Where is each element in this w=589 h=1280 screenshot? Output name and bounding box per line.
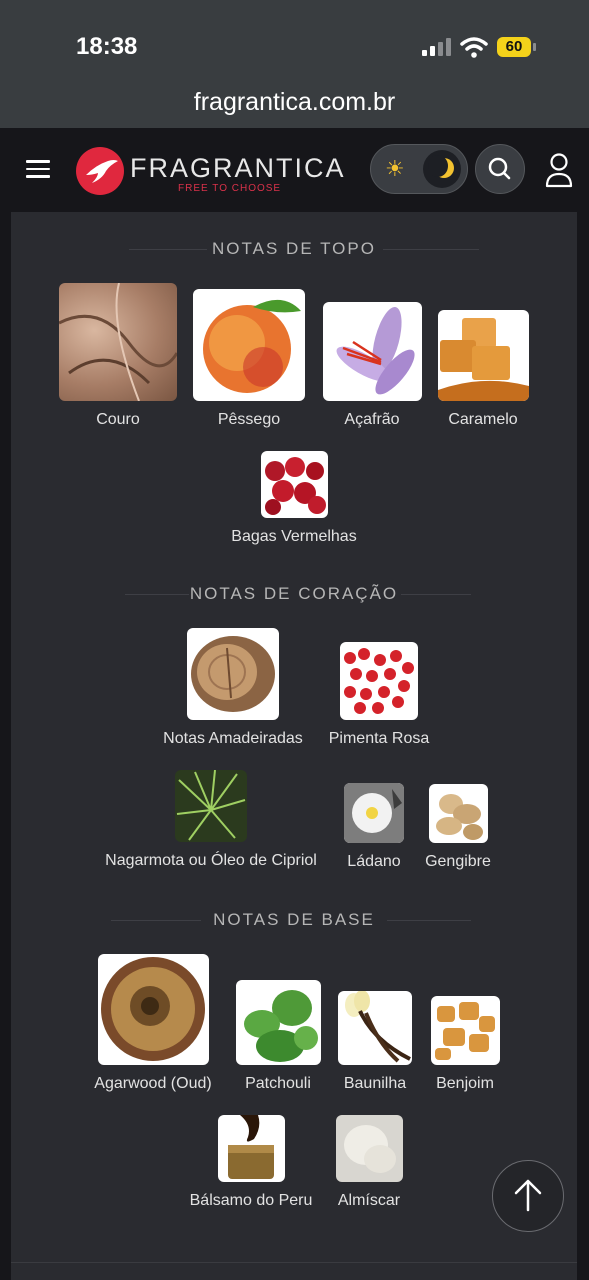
brand-tagline: FREE TO CHOOSE — [178, 183, 282, 194]
battery-level: 60 — [505, 38, 523, 55]
section-title-top: NOTAS DE TOPO — [11, 239, 577, 259]
battery-icon: 60 — [497, 37, 537, 57]
note-baunilha[interactable]: Baunilha — [335, 991, 415, 1093]
note-pimenta-rosa[interactable]: Pimenta Rosa — [323, 642, 435, 748]
note-label: Açafrão — [344, 411, 400, 428]
sun-icon: ☀ — [385, 156, 405, 181]
section-title-base: NOTAS DE BASE — [11, 910, 577, 930]
note-acafrao[interactable]: Açafrão — [321, 302, 423, 429]
note-ladano[interactable]: Ládano — [336, 783, 412, 871]
section-title-heart-text: NOTAS DE CORAÇÃO — [189, 584, 399, 603]
note-patchouli[interactable]: Patchouli — [233, 980, 323, 1093]
note-image — [97, 954, 209, 1065]
note-caramelo[interactable]: Caramelo — [437, 310, 529, 429]
search-icon — [488, 157, 511, 180]
note-image — [59, 283, 177, 401]
note-nagarmota[interactable]: Nagarmota ou Óleo de Cipriol — [91, 770, 331, 870]
signal-icon — [422, 38, 451, 56]
note-label: Bálsamo do Peru — [189, 1192, 313, 1209]
note-image — [322, 302, 422, 401]
note-almiscar[interactable]: Almíscar — [329, 1115, 409, 1210]
note-label: Baunilha — [343, 1075, 407, 1092]
note-gengibre[interactable]: Gengibre — [419, 784, 497, 871]
note-image — [260, 451, 328, 518]
note-label: Benjoim — [436, 1075, 494, 1092]
note-label: Couro — [96, 411, 140, 428]
note-image — [235, 980, 321, 1065]
note-bagas-vermelhas[interactable]: Bagas Vermelhas — [226, 451, 362, 546]
note-label: Notas Amadeiradas — [163, 730, 303, 747]
note-image — [335, 1115, 403, 1182]
note-label: Bagas Vermelhas — [231, 528, 357, 545]
theme-toggle[interactable]: ☀ — [370, 144, 468, 194]
section-title-heart: NOTAS DE CORAÇÃO — [11, 584, 577, 604]
notes-panel: NOTAS DE TOPO Couro Pêssego Açafrão Cara… — [11, 212, 577, 1280]
note-label: Pêssego — [217, 411, 281, 428]
wifi-icon — [460, 37, 488, 58]
note-label: Nagarmota ou Óleo de Cipriol — [105, 852, 317, 869]
note-label: Almíscar — [337, 1192, 401, 1209]
moon-icon — [428, 155, 454, 178]
note-label: Gengibre — [425, 853, 491, 870]
note-label: Patchouli — [245, 1075, 311, 1092]
search-button[interactable] — [475, 144, 525, 194]
note-image — [338, 991, 412, 1065]
status-bar: 18:38 60 — [0, 0, 589, 82]
note-image — [187, 628, 279, 720]
section-title-top-text: NOTAS DE TOPO — [212, 239, 376, 258]
note-label: Caramelo — [448, 411, 518, 428]
browser-url-bar[interactable]: fragrantica.com.br — [0, 82, 589, 128]
note-couro[interactable]: Couro — [58, 283, 178, 429]
menu-icon[interactable] — [26, 160, 50, 178]
arrow-up-icon — [514, 1179, 542, 1212]
hummingbird-logo[interactable] — [76, 147, 124, 195]
status-time: 18:38 — [76, 33, 138, 60]
site-header: FRAGRANTICA FREE TO CHOOSE ☀ — [0, 128, 589, 212]
note-image — [193, 289, 305, 401]
note-image — [340, 642, 418, 720]
note-label: Ládano — [347, 853, 401, 870]
note-image — [175, 770, 247, 842]
note-image — [437, 310, 529, 401]
note-agarwood[interactable]: Agarwood (Oud) — [87, 954, 219, 1093]
note-image — [217, 1115, 285, 1182]
note-balsamo-do-peru[interactable]: Bálsamo do Peru — [183, 1115, 319, 1210]
divider — [11, 1262, 577, 1263]
url-text: fragrantica.com.br — [193, 88, 396, 116]
note-benjoim[interactable]: Benjoim — [427, 996, 503, 1093]
note-image — [344, 783, 404, 843]
moon-toggle-knob — [423, 150, 461, 188]
section-title-base-text: NOTAS DE BASE — [213, 910, 375, 929]
scroll-to-top-button[interactable] — [492, 1160, 564, 1232]
brand-name[interactable]: FRAGRANTICA — [130, 153, 346, 184]
note-notas-amadeiradas[interactable]: Notas Amadeiradas — [155, 628, 311, 748]
user-icon[interactable] — [544, 152, 574, 188]
note-label: Agarwood (Oud) — [94, 1075, 212, 1092]
note-image — [430, 996, 500, 1065]
note-image — [428, 784, 488, 843]
note-label: Pimenta Rosa — [328, 730, 430, 747]
note-pessego[interactable]: Pêssego — [192, 289, 306, 429]
